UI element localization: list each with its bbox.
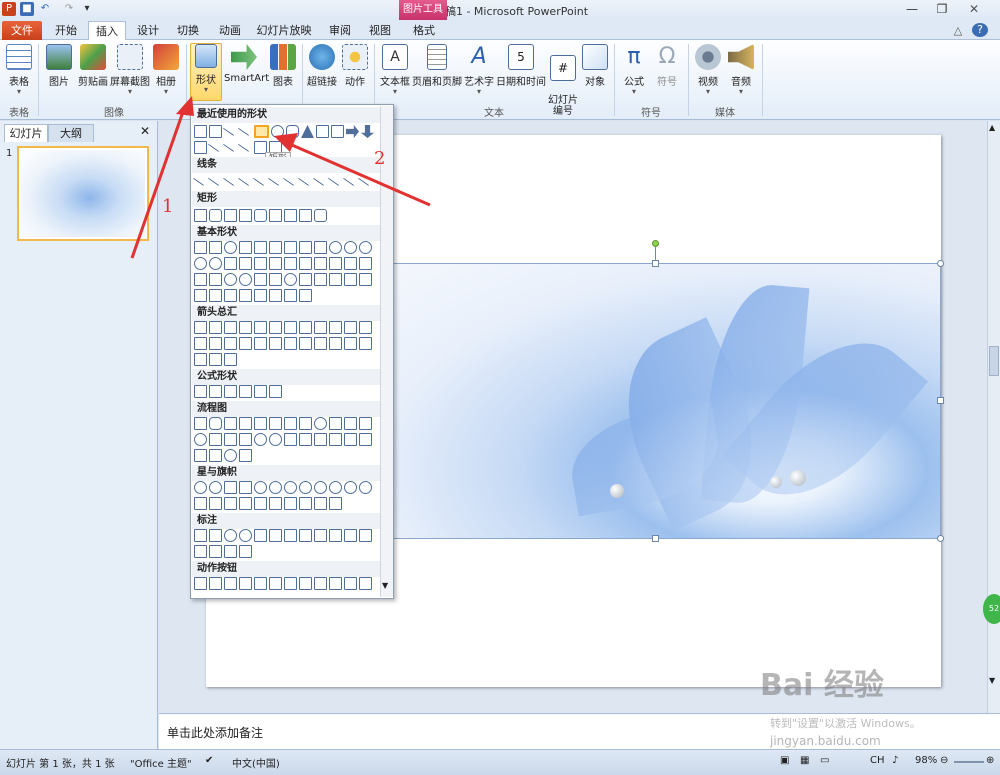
- annotation-arrow-2: [284, 140, 431, 207]
- annotation-arrow-1: [130, 105, 187, 259]
- side-badge[interactable]: 52: [983, 594, 1000, 624]
- arrow-head-2: [274, 133, 298, 152]
- annotation-arrows: [130, 96, 431, 259]
- arrow-head-1: [176, 96, 194, 116]
- baidu-watermark: Bai 经验: [760, 668, 884, 703]
- annotation-label-1: 1: [162, 196, 174, 217]
- activation-watermark: 转到"设置"以激活 Windows。: [770, 717, 921, 730]
- baidu-url-watermark: jingyan.baidu.com: [770, 734, 881, 748]
- annotation-label-2: 2: [374, 148, 386, 169]
